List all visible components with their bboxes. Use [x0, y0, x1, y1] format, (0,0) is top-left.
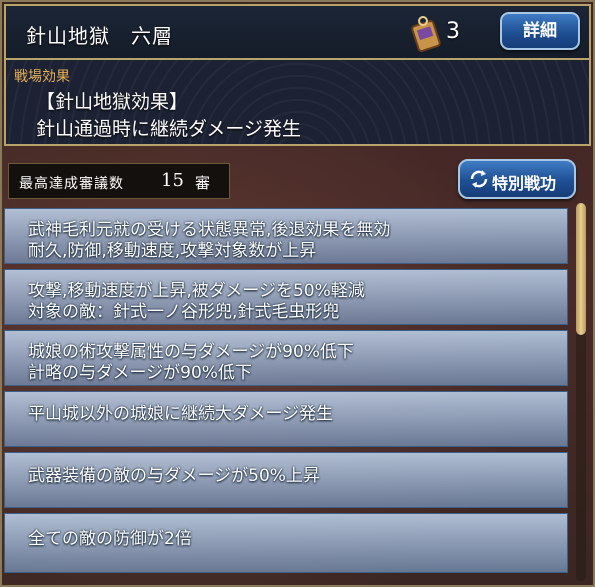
best-record-value: 15 [161, 170, 184, 191]
battlefield-effect-panel: 戦場効果 【針山地獄効果】 針山通過時に継続ダメージ発生 [4, 60, 591, 146]
talisman-item-icon [411, 16, 441, 52]
best-record-box: 最高達成審議数 15 審 [8, 163, 230, 199]
battlefield-effect-label: 戦場効果 [14, 69, 70, 85]
refresh-icon [470, 170, 488, 188]
effect-row: 武神毛利元就の受ける状態異常,後退効果を無効 耐久,防御,移動速度,攻撃対象数が… [4, 208, 568, 264]
effect-text: 耐久,防御,移動速度,攻撃対象数が上昇 [28, 241, 317, 261]
item-count: 3 [446, 19, 460, 44]
special-merit-button[interactable]: 特別戦功 [458, 159, 576, 199]
special-merit-label: 特別戦功 [492, 174, 557, 193]
effect-row: 全ての敵の防御が2倍 [4, 513, 568, 573]
effect-text: 武器装備の敵の与ダメージが50%上昇 [28, 466, 320, 486]
effect-row: 攻撃,移動速度が上昇,被ダメージを50%軽減 対象の敵：針式一ノ谷形兜,針式毛虫… [4, 269, 568, 325]
best-record-unit: 審 [195, 174, 211, 192]
best-record-label: 最高達成審議数 [19, 176, 124, 192]
effect-text: 全ての敵の防御が2倍 [28, 529, 192, 549]
detail-button[interactable]: 詳細 [500, 12, 580, 50]
effect-text: 計略の与ダメージが90%低下 [28, 363, 252, 383]
effect-text: 平山城以外の城娘に継続大ダメージ発生 [28, 404, 334, 424]
effect-row: 武器装備の敵の与ダメージが50%上昇 [4, 452, 568, 508]
effect-row: 平山城以外の城娘に継続大ダメージ発生 [4, 391, 568, 447]
scrollbar-thumb[interactable] [576, 203, 586, 335]
battlefield-effect-name: 【針山地獄効果】 [36, 91, 189, 113]
effect-row: 城娘の術攻撃属性の与ダメージが90%低下 計略の与ダメージが90%低下 [4, 330, 568, 386]
battlefield-effect-description: 針山通過時に継続ダメージ発生 [36, 118, 302, 140]
stage-header: 針山地獄 六層 3 詳細 [4, 4, 591, 60]
stage-title: 針山地獄 六層 [26, 24, 173, 48]
effect-text: 対象の敵：針式一ノ谷形兜,針式毛虫形兜 [28, 302, 340, 322]
